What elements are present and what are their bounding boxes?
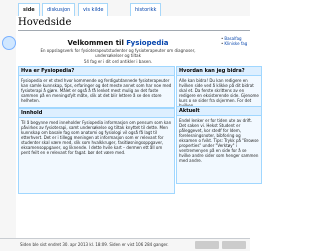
welcome-articles-line: 54 fag er i dit ord antikler i basen. [83,59,153,64]
box-aktuelt-body: Endel lenker er for tiden ute av drift. … [179,118,259,163]
welcome-title-prefix: Velkommen til [67,39,124,47]
box-aktuelt-head: Aktuelt [177,107,261,116]
page-title: Hovedside [18,17,72,28]
left-sidebar [0,16,16,250]
right-nav: •Basalfag •Kliniske fag [221,36,261,54]
tab-diskusjon[interactable]: diskusjon [42,3,76,16]
main-content: Hovedside Velkommen til Fysiopedia En op… [16,16,262,250]
top-tab-bar: side diskusjon vis kilde historikk [0,0,250,17]
site-name-link[interactable]: Fysiopedia [126,39,168,47]
footer-text: Siden ble sist endret 30. apr 2013 kl. 1… [20,242,169,247]
box-help-head: Hvordan kan jeg bidra? [177,67,261,76]
box-innhold: Innhold Til å begynne med inneholder Fys… [18,108,175,194]
box-aktuelt: Aktuelt Endel lenker er for tiden ute av… [176,106,262,184]
box-what-head: Hva er Fysiopedia? [19,67,174,76]
welcome-banner: Velkommen til Fysiopedia En oppslagsverk… [28,39,208,64]
tab-side[interactable]: side [18,3,40,16]
box-help-body: Alle kan bidra! Du kan redigere en hvilk… [179,78,259,108]
box-what-is: Hva er Fysiopedia? Fysiopedia er et sted… [18,66,175,108]
box-what-body: Fysiopedia er et sted hvor kommende og f… [21,78,172,103]
license-badge[interactable] [222,241,246,249]
powered-by-badge[interactable] [195,241,219,249]
site-logo-icon[interactable] [2,36,16,50]
footer: Siden ble sist endret 30. apr 2013 kl. 1… [0,238,250,251]
box-innhold-head: Innhold [19,109,174,118]
bullet-icon: • [221,41,224,46]
box-innhold-body: Til å begynne med inneholder Fysiopedia … [21,120,172,155]
title-divider [18,30,250,31]
welcome-title: Velkommen til Fysiopedia [28,39,208,47]
tab-vis-kilde[interactable]: vis kilde [78,3,109,16]
right-nav-item-kliniske-fag[interactable]: •Kliniske fag [221,41,261,46]
welcome-subtitle: En oppslagsverk for fysioterapeutstudent… [40,48,196,58]
tab-historikk[interactable]: historikk [130,3,162,16]
